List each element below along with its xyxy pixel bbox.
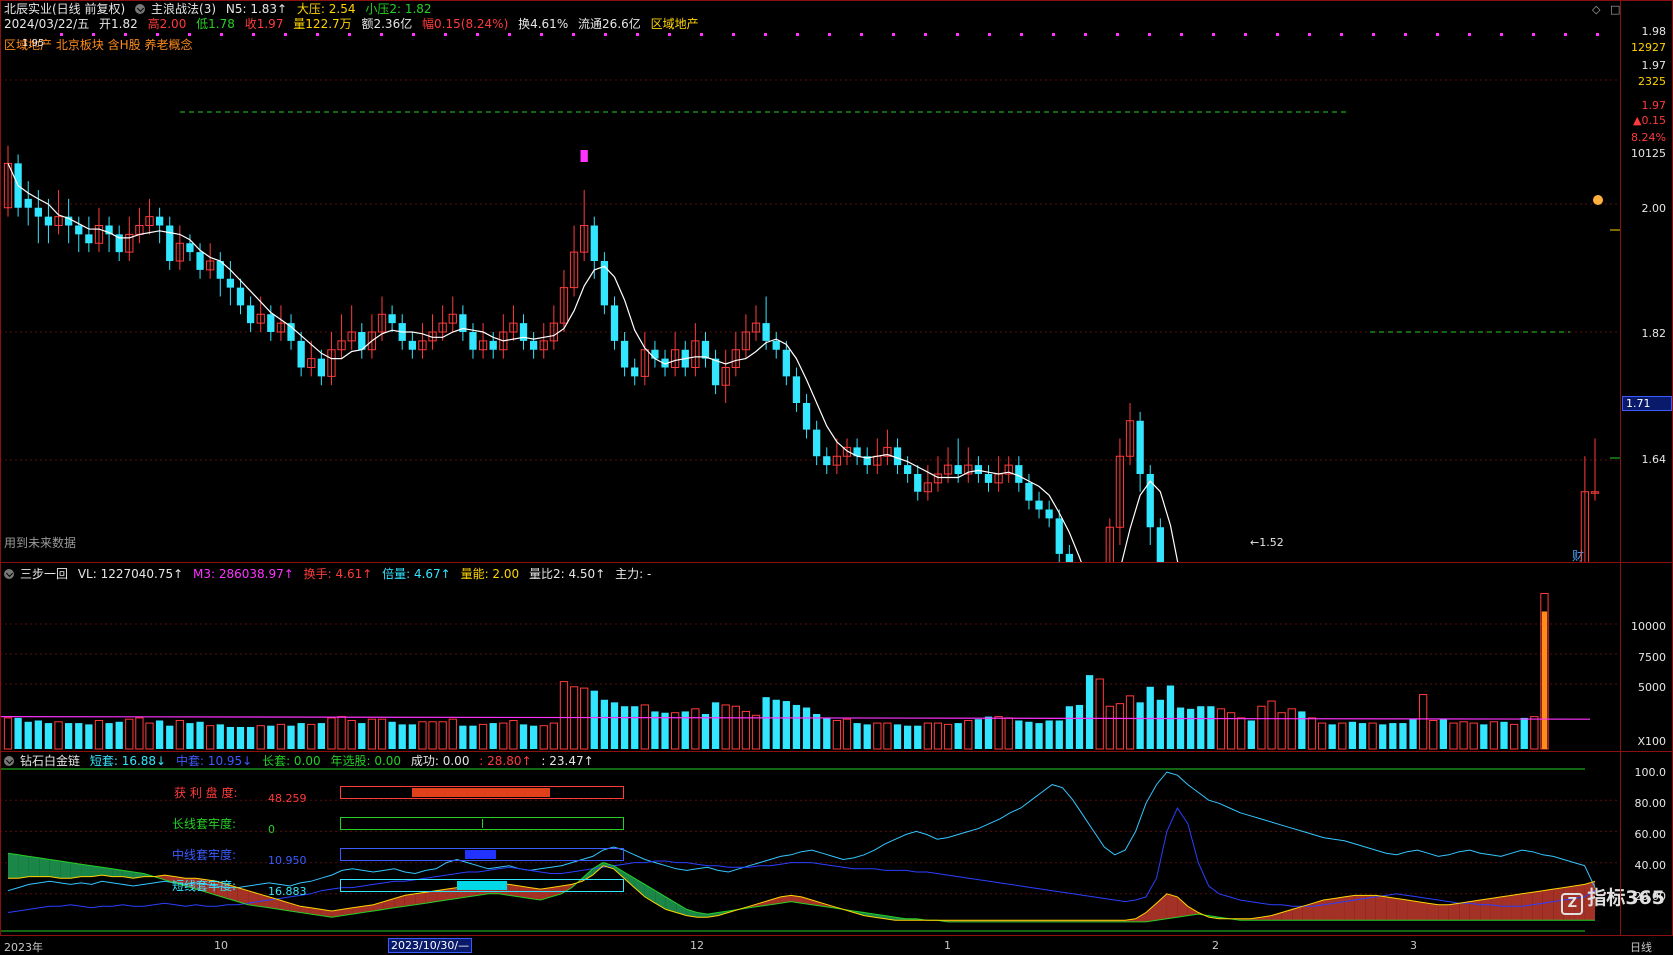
x-label-oct: 10 bbox=[214, 939, 228, 952]
x-label-feb: 2 bbox=[1212, 939, 1219, 952]
price-pane-border bbox=[0, 0, 1673, 563]
x-label-year: 2023年 bbox=[4, 941, 43, 954]
x-label-period[interactable]: 日线 bbox=[1630, 939, 1652, 955]
x-label-jan: 1 bbox=[944, 939, 951, 952]
x-label-cursor-date: 2023/10/30/— bbox=[388, 938, 473, 953]
x-label-dec: 12 bbox=[690, 939, 704, 952]
x-axis: 2023年 10 2023/10/30/— 12 1 2 3 日线 bbox=[0, 935, 1673, 955]
indicator-pane-border bbox=[0, 751, 1673, 936]
axis-separator bbox=[1620, 0, 1621, 935]
x-label-mar: 3 bbox=[1410, 939, 1417, 952]
volume-pane-border bbox=[0, 562, 1673, 752]
